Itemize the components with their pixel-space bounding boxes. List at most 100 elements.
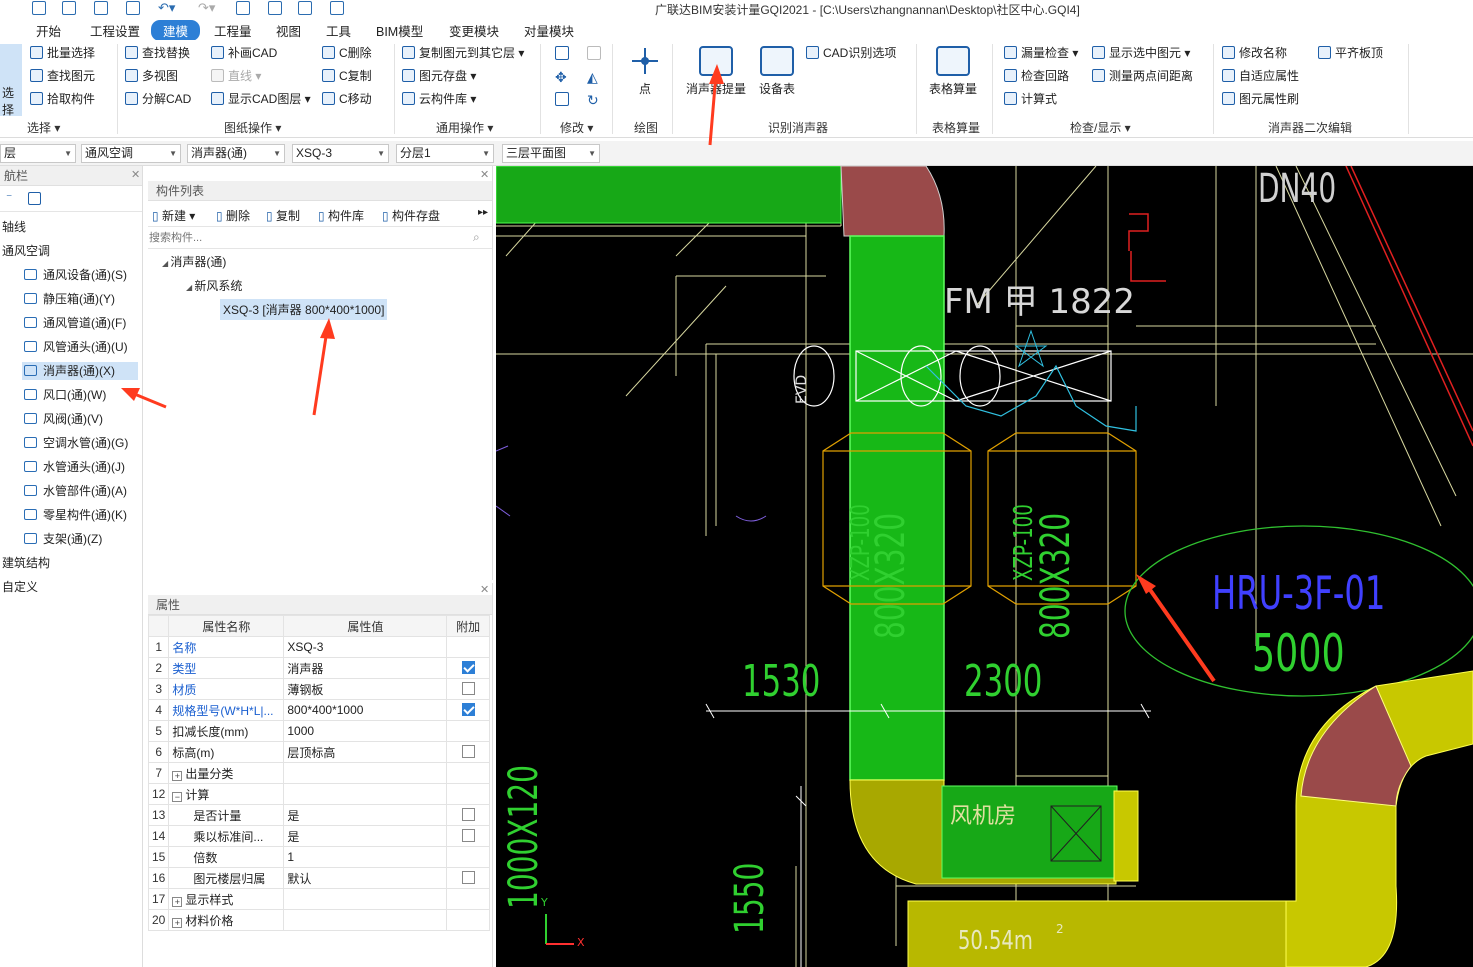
property-row[interactable]: 6 标高(m) 层顶标高 — [147, 741, 490, 763]
tree-leaf-selected[interactable]: XSQ-3 [消声器 800*400*1000] — [220, 299, 388, 320]
property-value[interactable] — [283, 783, 448, 805]
expand-toggle-icon[interactable]: − — [172, 791, 183, 802]
nav-item[interactable]: 空调水管(通)(G) — [0, 434, 142, 452]
new-button[interactable]: ▯ 新建 ▾ — [152, 207, 195, 224]
measure-distance-button[interactable]: 测量两点间距离 — [1092, 67, 1193, 85]
drawing-select[interactable]: 三层平面图 ▼ — [502, 144, 600, 163]
search-box[interactable]: ⌕ — [148, 227, 492, 249]
nav-item[interactable]: 静压箱(通)(Y) — [0, 290, 142, 308]
property-value[interactable]: 1 — [283, 846, 448, 868]
property-row[interactable]: 12− 计算 — [147, 783, 490, 805]
property-row[interactable]: 15 倍数 1 — [147, 846, 490, 868]
equipment-table-button[interactable]: 设备表 — [752, 46, 802, 97]
pick-component-button[interactable]: 拾取构件 — [30, 90, 95, 108]
property-row[interactable]: 2 类型 消声器 — [147, 657, 490, 679]
attach-checkbox[interactable] — [461, 808, 475, 821]
search-input[interactable] — [149, 228, 467, 247]
component-store-button[interactable]: ▯ 构件存盘 — [382, 207, 440, 224]
open-file-icon[interactable] — [94, 1, 108, 15]
cad-recognize-options-button[interactable]: CAD识别选项 — [806, 44, 896, 62]
nav-item[interactable]: 风阀(通)(V) — [0, 410, 142, 428]
expand-toggle-icon[interactable]: + — [172, 917, 183, 928]
nav-item[interactable]: 通风空调 — [0, 242, 142, 260]
attach-checkbox[interactable] — [461, 829, 475, 842]
attach-checkbox[interactable] — [461, 661, 475, 674]
property-value[interactable] — [283, 909, 448, 931]
tab-reconcile[interactable]: 对量模块 — [524, 21, 574, 40]
nav-item[interactable]: 通风管道(通)(F) — [0, 314, 142, 332]
explode-cad-button[interactable]: 分解CAD — [125, 90, 191, 108]
copy-tool-icon[interactable] — [555, 46, 569, 60]
copy-to-floor-button[interactable]: 复制图元到其它层 ▾ — [402, 44, 524, 62]
property-row[interactable]: 14 乘以标准间... 是 — [147, 825, 490, 847]
find-element-button[interactable]: 查找图元 — [30, 67, 95, 85]
nav-item[interactable]: 水管部件(通)(A) — [0, 482, 142, 500]
property-value[interactable]: 1000 — [283, 720, 448, 742]
nav-item[interactable]: 支架(通)(Z) — [0, 530, 142, 548]
nav-item[interactable]: 轴线 — [0, 218, 142, 236]
nav-item[interactable]: 消声器(通)(X) — [22, 362, 138, 380]
nav-item[interactable]: 自定义 — [0, 578, 142, 596]
more-icon[interactable]: ▸▸ — [478, 207, 488, 218]
cloud-lib-button[interactable]: 云构件库 ▾ — [402, 90, 476, 108]
delete-tool-icon[interactable] — [555, 92, 569, 106]
rotate-tool-icon[interactable]: ↻ — [587, 92, 599, 109]
property-value[interactable]: 消声器 — [283, 657, 448, 679]
edit-icon[interactable] — [28, 192, 41, 205]
rename-button[interactable]: 修改名称 — [1222, 44, 1287, 62]
find-replace-button[interactable]: 查找替换 — [125, 44, 190, 62]
attr-brush-button[interactable]: 图元属性刷 — [1222, 90, 1299, 108]
sum-icon[interactable] — [236, 1, 250, 15]
property-row[interactable]: 20 + 材料价格 — [147, 909, 490, 931]
nav-item[interactable]: 水管通头(通)(J) — [0, 458, 142, 476]
property-value[interactable]: 层顶标高 — [283, 741, 448, 763]
property-value[interactable]: 800*400*1000 — [283, 699, 448, 721]
tab-change[interactable]: 变更模块 — [449, 21, 499, 40]
component-lib-button[interactable]: ▯ 构件库 — [318, 207, 364, 224]
extend-tool-icon[interactable] — [587, 46, 601, 60]
export-icon[interactable] — [330, 1, 344, 15]
tab-tools[interactable]: 工具 — [326, 21, 351, 40]
c-delete-button[interactable]: C删除 — [322, 44, 372, 62]
sublayer-select[interactable]: 分层1 ▼ — [396, 144, 494, 163]
tree-child[interactable]: ◢ 新风系统 — [186, 277, 242, 294]
copy-button[interactable]: ▯ 复制 — [266, 207, 300, 224]
close-icon[interactable]: ✕ — [480, 168, 489, 181]
c-move-button[interactable]: C移动 — [322, 90, 372, 108]
move-tool-icon[interactable]: ✥ — [555, 69, 567, 86]
silencer-extract-button[interactable]: 消声器提量 — [684, 46, 748, 97]
nav-item[interactable]: 建筑结构 — [0, 554, 142, 572]
expand-toggle-icon[interactable]: + — [172, 896, 183, 907]
close-icon[interactable]: ✕ — [480, 583, 489, 596]
save-as-icon[interactable] — [126, 1, 140, 15]
property-row[interactable]: 1 名称 XSQ-3 — [147, 636, 490, 658]
tab-project-settings[interactable]: 工程设置 — [90, 21, 140, 40]
attach-checkbox[interactable] — [461, 871, 475, 884]
property-value[interactable]: 薄钢板 — [283, 678, 448, 700]
save-icon[interactable] — [32, 1, 46, 15]
multi-view-button[interactable]: 多视图 — [125, 67, 178, 85]
property-value[interactable]: 默认 — [283, 867, 448, 889]
nav-item[interactable]: 风管通头(通)(U) — [0, 338, 142, 356]
tab-bim-model[interactable]: BIM模型 — [376, 21, 423, 40]
property-row[interactable]: 4 规格型号(W*H*L|... 800*400*1000 — [147, 699, 490, 721]
select-button[interactable]: 选择 — [0, 44, 22, 117]
delete-button[interactable]: ▯ 删除 — [216, 207, 250, 224]
floor-select[interactable]: 层 ▼ — [0, 144, 76, 163]
show-selected-button[interactable]: 显示选中图元 ▾ — [1092, 44, 1190, 62]
table-icon[interactable] — [268, 1, 282, 15]
formula-button[interactable]: 计算式 — [1004, 90, 1057, 108]
undo-icon[interactable]: ↶▾ — [158, 0, 175, 16]
batch-select-button[interactable]: 批量选择 — [30, 44, 95, 62]
attach-checkbox[interactable] — [461, 745, 475, 758]
nav-item[interactable]: 通风设备(通)(S) — [0, 266, 142, 284]
property-value[interactable]: 是 — [283, 825, 448, 847]
c-copy-button[interactable]: C复制 — [322, 67, 372, 85]
discipline-select[interactable]: 通风空调 ▼ — [81, 144, 181, 163]
line-button[interactable]: 直线 ▾ — [211, 67, 261, 85]
redo-icon[interactable]: ↷▾ — [198, 0, 215, 16]
cad-canvas[interactable]: FM 甲 1822 HRU-3F-01 5000 1530 2300 1550 … — [496, 166, 1473, 967]
tab-quantity[interactable]: 工程量 — [214, 21, 252, 40]
show-cad-layers-button[interactable]: 显示CAD图层 ▾ — [211, 90, 311, 108]
nav-item[interactable]: 风口(通)(W) — [0, 386, 142, 404]
